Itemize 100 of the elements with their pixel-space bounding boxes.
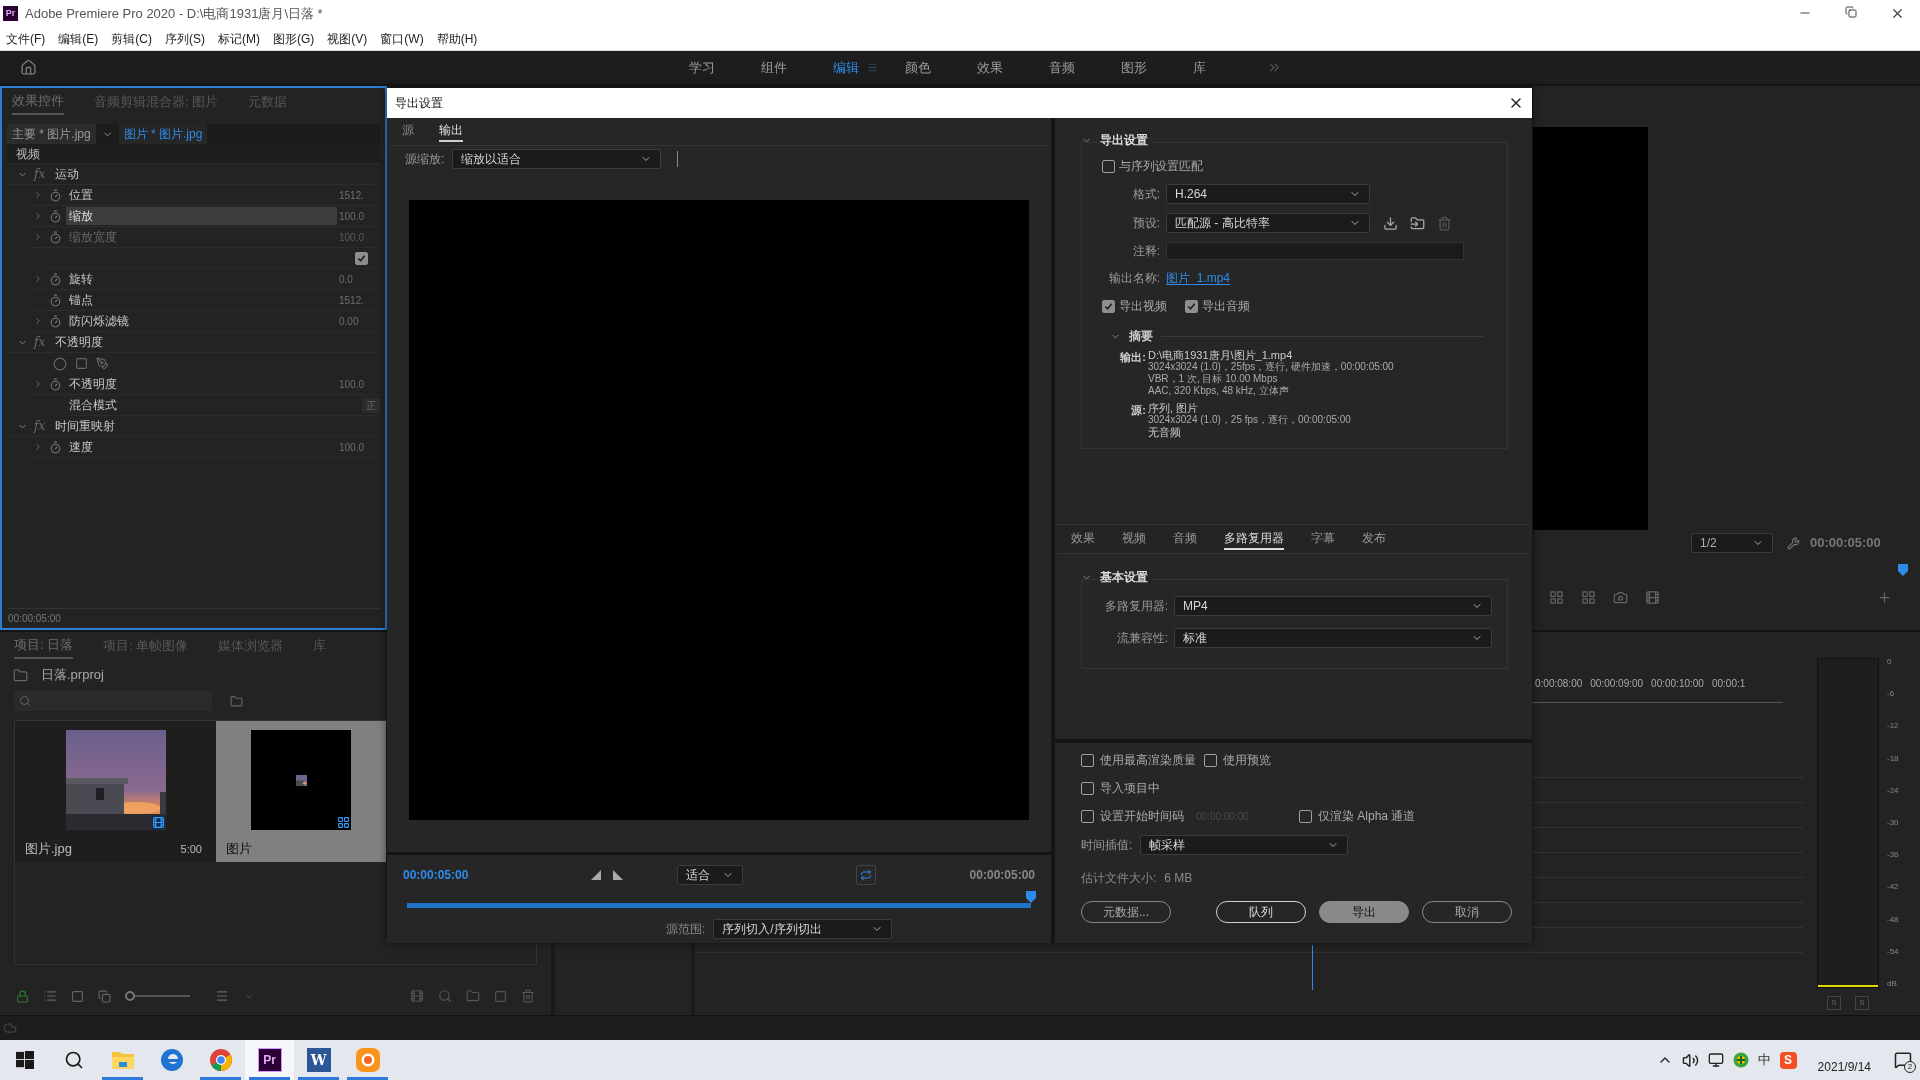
slider-thumb[interactable]: [125, 991, 135, 1001]
shield-icon[interactable]: [1732, 1052, 1749, 1068]
workspace-tab[interactable]: 效果: [977, 57, 1003, 78]
camera-icon[interactable]: [1613, 589, 1628, 605]
checkbox[interactable]: [1204, 753, 1217, 767]
menu-item[interactable]: 剪辑(C): [111, 29, 152, 48]
workspace-tab[interactable]: 图形: [1121, 57, 1147, 78]
dropdown[interactable]: 帧采样: [1140, 835, 1349, 855]
menu-item[interactable]: 图形(G): [273, 29, 315, 48]
fx-toggle[interactable]: fx: [34, 333, 46, 351]
aspect-toggle-button[interactable]: [856, 865, 876, 885]
wrench-icon[interactable]: [1787, 536, 1800, 550]
playhead-handle[interactable]: [1026, 890, 1036, 903]
chevron-right-icon[interactable]: [33, 211, 43, 221]
delete-icon[interactable]: [521, 989, 535, 1003]
new-bin-icon[interactable]: [466, 989, 480, 1003]
rectangle-mask-icon[interactable]: [75, 357, 88, 370]
menu-item[interactable]: 视图(V): [327, 29, 368, 48]
flower-app-icon[interactable]: [354, 1047, 381, 1073]
search-field[interactable]: [14, 691, 212, 711]
speaker-icon[interactable]: [1681, 1051, 1699, 1069]
search-icon[interactable]: [63, 1050, 84, 1070]
checkbox[interactable]: [1185, 299, 1198, 313]
mark-in-icon[interactable]: [591, 870, 601, 880]
property-value[interactable]: 1512.: [339, 292, 365, 308]
windows-icon[interactable]: [15, 1051, 34, 1069]
property-value[interactable]: 0.00: [339, 313, 359, 329]
dropdown[interactable]: MP4: [1174, 596, 1492, 616]
menu-item[interactable]: 文件(F): [6, 29, 46, 48]
automate-icon[interactable]: [410, 989, 424, 1003]
checkbox[interactable]: [1102, 159, 1115, 173]
settings-tab[interactable]: 字幕: [1311, 528, 1335, 550]
stopwatch-icon[interactable]: [49, 272, 62, 286]
dropdown[interactable]: 序列切入/序列切出: [713, 919, 893, 939]
ellipse-mask-icon[interactable]: [53, 356, 67, 371]
stopwatch-icon[interactable]: [49, 230, 62, 244]
stopwatch-icon[interactable]: [49, 377, 62, 391]
dialog-button[interactable]: 导出: [1319, 901, 1409, 923]
browser-icon[interactable]: [159, 1048, 184, 1072]
new-item-icon[interactable]: [494, 989, 507, 1003]
project-item[interactable]: 图片.jpg 5:00: [15, 721, 216, 862]
extract-icon[interactable]: [1581, 589, 1596, 605]
checkbox[interactable]: [1102, 299, 1115, 313]
word-icon[interactable]: W: [306, 1048, 331, 1072]
icon-view-icon[interactable]: [71, 989, 84, 1003]
dialog-tab[interactable]: 源: [402, 121, 414, 142]
property-value[interactable]: 100.0: [339, 376, 365, 392]
property-value[interactable]: 100.0: [339, 439, 365, 455]
find-icon[interactable]: [438, 989, 452, 1003]
premiere-icon[interactable]: Pr: [257, 1048, 282, 1072]
folder-icon[interactable]: [110, 1049, 135, 1071]
pen-icon[interactable]: [96, 357, 109, 370]
chevron-right-icon[interactable]: [33, 190, 43, 200]
checkbox[interactable]: [1081, 809, 1094, 823]
home-icon[interactable]: [20, 59, 37, 76]
property-value[interactable]: 1512.: [339, 187, 365, 203]
cloud-icon[interactable]: [3, 1021, 17, 1035]
lift-icon[interactable]: [1549, 589, 1564, 605]
menu-item[interactable]: 标记(M): [218, 29, 260, 48]
settings-tab[interactable]: 发布: [1362, 528, 1386, 550]
delete-preset-icon[interactable]: [1437, 215, 1452, 231]
dropdown[interactable]: 缩放以适合: [452, 149, 662, 169]
restore-icon[interactable]: [1845, 6, 1857, 18]
settings-tab[interactable]: 视频: [1122, 528, 1146, 550]
chrome-icon[interactable]: [208, 1048, 233, 1072]
timecode[interactable]: 00:00:05:00: [403, 866, 583, 884]
comments-field[interactable]: [1166, 242, 1464, 260]
workspace-tab[interactable]: 组件: [761, 57, 787, 78]
stopwatch-icon[interactable]: [49, 440, 62, 454]
menu-item[interactable]: 窗口(W): [380, 29, 424, 48]
workspace-tab[interactable]: 库: [1193, 57, 1206, 78]
chevron-right-icon[interactable]: [33, 379, 43, 389]
checkbox[interactable]: [1299, 809, 1312, 823]
stopwatch-icon[interactable]: [49, 209, 62, 223]
new-search-bin-icon[interactable]: [230, 694, 243, 708]
workspace-tab[interactable]: 编辑: [833, 57, 859, 78]
panel-tab[interactable]: 效果控件: [12, 91, 64, 115]
menu-item[interactable]: 序列(S): [165, 29, 205, 48]
clip-tab[interactable]: 主要 * 图片.jpg: [7, 124, 96, 144]
freeform-view-icon[interactable]: [98, 989, 111, 1003]
output-name-link[interactable]: 图片_1.mp4: [1166, 269, 1231, 287]
dropdown[interactable]: 标准: [1174, 628, 1492, 648]
fx-toggle[interactable]: fx: [34, 417, 46, 435]
input-method-indicator[interactable]: 中: [1757, 1050, 1771, 1070]
mark-out-icon[interactable]: [613, 870, 623, 880]
property-value[interactable]: 0.0: [339, 271, 353, 287]
chevron-right-icon[interactable]: [33, 442, 43, 452]
settings-tab[interactable]: 音频: [1173, 528, 1197, 550]
save-preset-icon[interactable]: [1383, 215, 1398, 231]
notification-icon[interactable]: [1894, 1051, 1912, 1069]
menu-icon[interactable]: [867, 62, 878, 73]
project-item[interactable]: 图片: [216, 721, 386, 862]
compare-icon[interactable]: [1645, 589, 1660, 605]
stopwatch-icon[interactable]: [49, 188, 62, 202]
property-value[interactable]: 100.0: [339, 208, 365, 224]
dialog-tab[interactable]: 输出: [439, 121, 463, 142]
fit-dropdown[interactable]: 适合: [677, 865, 743, 885]
dropdown[interactable]: H.264: [1166, 184, 1370, 204]
workspace-tab[interactable]: 学习: [689, 57, 715, 78]
fx-toggle[interactable]: fx: [34, 165, 46, 183]
